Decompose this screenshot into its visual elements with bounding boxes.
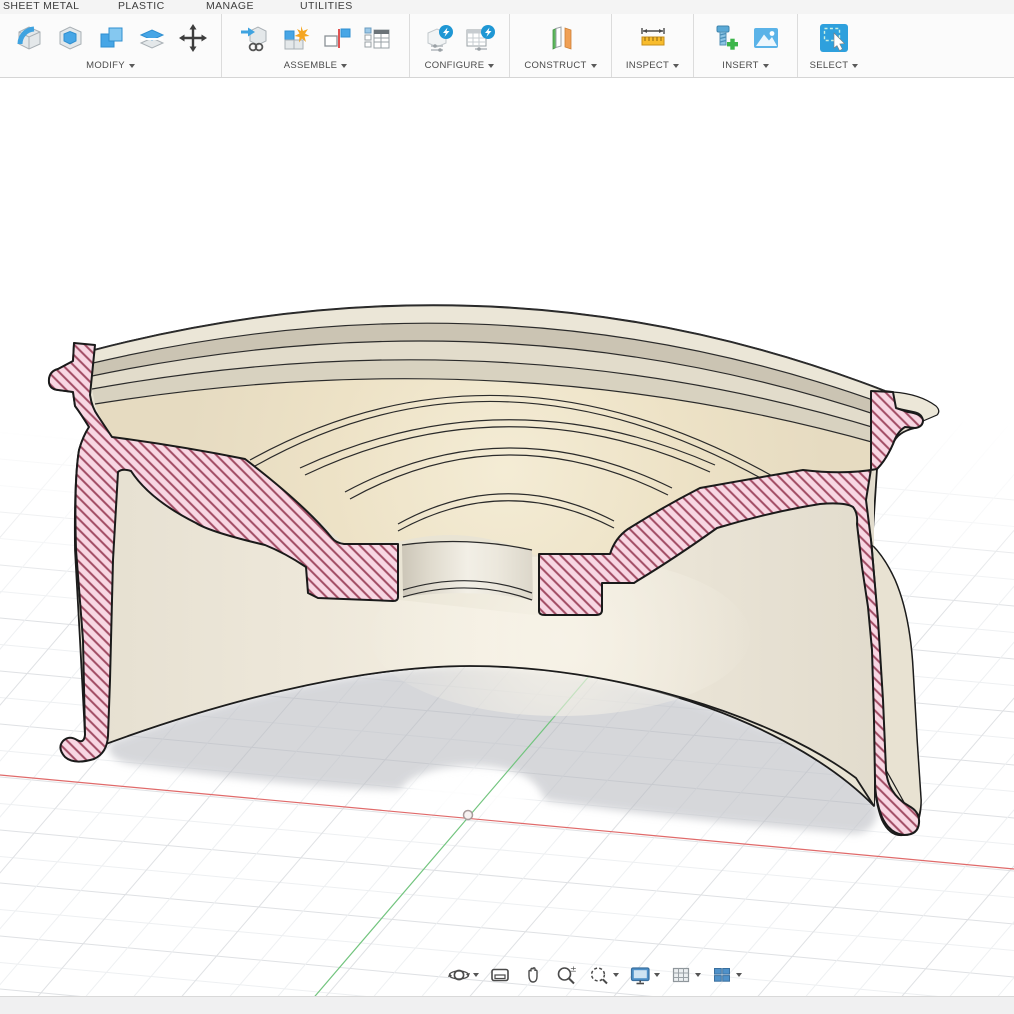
- chevron-down-icon: [673, 64, 679, 68]
- construct-label: CONSTRUCT: [524, 60, 586, 71]
- chevron-down-icon: [129, 64, 135, 68]
- toolbar-tab-row: SHEET METAL PLASTIC MANAGE UTILITIES: [0, 0, 1014, 14]
- svg-text:±: ±: [570, 965, 577, 974]
- new-component-icon[interactable]: [277, 20, 313, 56]
- tab-sheet-metal[interactable]: SHEET METAL: [3, 0, 79, 12]
- configuration-table-icon[interactable]: [462, 20, 498, 56]
- toolbar-group-assemble: ASSEMBLE: [222, 14, 410, 77]
- configure-dropdown[interactable]: CONFIGURE: [425, 60, 495, 71]
- toolbar-group-configure: CONFIGURE: [410, 14, 510, 77]
- modify-dropdown[interactable]: MODIFY: [86, 60, 135, 71]
- fillet-icon[interactable]: [11, 20, 47, 56]
- toolbar-group-insert: INSERT: [694, 14, 798, 77]
- toolbar-group-modify: MODIFY: [0, 14, 222, 77]
- chevron-down-icon: [341, 64, 347, 68]
- toolbar-groups: MODIFY: [0, 14, 1014, 77]
- inspect-label: INSPECT: [626, 60, 669, 71]
- chevron-down-icon: [488, 64, 494, 68]
- insert-canvas-icon[interactable]: [748, 20, 784, 56]
- chevron-down-icon: [591, 64, 597, 68]
- tab-manage[interactable]: MANAGE: [206, 0, 254, 12]
- toolbar-group-construct: CONSTRUCT: [510, 14, 612, 77]
- zoom-icon[interactable]: ±: [551, 961, 581, 989]
- tab-utilities[interactable]: UTILITIES: [300, 0, 353, 12]
- configure-label: CONFIGURE: [425, 60, 485, 71]
- insert-label: INSERT: [722, 60, 758, 71]
- navigation-bar: ±: [444, 959, 745, 991]
- assemble-label: ASSEMBLE: [284, 60, 338, 71]
- chevron-down-icon: [852, 64, 858, 68]
- split-body-icon[interactable]: [134, 20, 170, 56]
- orbit-icon[interactable]: [444, 961, 482, 989]
- origin-indicator[interactable]: [464, 811, 473, 820]
- select-dropdown[interactable]: SELECT: [810, 60, 859, 71]
- shell-icon[interactable]: [52, 20, 88, 56]
- move-copy-icon[interactable]: [175, 20, 211, 56]
- chevron-down-icon: [763, 64, 769, 68]
- construct-dropdown[interactable]: CONSTRUCT: [524, 60, 596, 71]
- construction-plane-icon[interactable]: [543, 20, 579, 56]
- bom-icon[interactable]: [359, 20, 395, 56]
- bottom-strip: [0, 996, 1014, 1014]
- insert-dropdown[interactable]: INSERT: [722, 60, 768, 71]
- select-icon[interactable]: [816, 20, 852, 56]
- toolbar-group-select: SELECT: [798, 14, 870, 77]
- modify-label: MODIFY: [86, 60, 125, 71]
- tab-plastic[interactable]: PLASTIC: [118, 0, 165, 12]
- toolbar-group-inspect: INSPECT: [612, 14, 694, 77]
- look-at-icon[interactable]: [485, 961, 515, 989]
- assemble-dropdown[interactable]: ASSEMBLE: [284, 60, 348, 71]
- combine-icon[interactable]: [93, 20, 129, 56]
- grid-snaps-icon[interactable]: [666, 961, 704, 989]
- display-settings-icon[interactable]: [625, 961, 663, 989]
- joint-icon[interactable]: [318, 20, 354, 56]
- fusion360-window: SHEET METAL PLASTIC MANAGE UTILITIES: [0, 0, 1014, 1014]
- hub-bore-wall: [402, 541, 533, 600]
- configuration-icon[interactable]: [421, 20, 457, 56]
- model-viewport-canvas[interactable]: [0, 79, 1014, 996]
- insert-derive-icon[interactable]: [236, 20, 272, 56]
- viewports-icon[interactable]: [707, 961, 745, 989]
- measure-icon[interactable]: [635, 20, 671, 56]
- pan-icon[interactable]: [518, 961, 548, 989]
- inspect-dropdown[interactable]: INSPECT: [626, 60, 679, 71]
- insert-fastener-icon[interactable]: [707, 20, 743, 56]
- fit-zoom-window-icon[interactable]: [584, 961, 622, 989]
- toolbar: SHEET METAL PLASTIC MANAGE UTILITIES: [0, 0, 1014, 78]
- select-label: SELECT: [810, 60, 849, 71]
